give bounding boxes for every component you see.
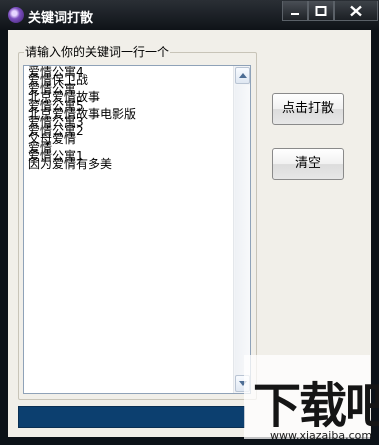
progress-bar	[18, 406, 245, 428]
scatter-button[interactable]: 点击打散	[272, 93, 344, 125]
title-bar[interactable]: 关键词打散	[0, 0, 379, 30]
keyword-line: 因为爱情有多美	[28, 157, 113, 172]
window-title: 关键词打散	[28, 11, 94, 26]
minimize-button[interactable]	[282, 1, 308, 21]
maximize-icon	[315, 5, 327, 16]
keyword-group-label: 请输入你的关键词一行一个	[24, 45, 171, 59]
scroll-up-button[interactable]	[235, 67, 250, 84]
vertical-scrollbar[interactable]	[233, 66, 250, 393]
scroll-track[interactable]	[235, 85, 250, 376]
keyword-lines: 爱情公寓4 爱情保卫战 爱情公寓 北京爱情故事 爱情公寓5 北京爱情故事电影版 爱情公寓3 爱…	[28, 66, 228, 172]
keyword-line: 父母爱情	[28, 132, 77, 147]
minimize-icon	[291, 12, 299, 15]
close-button[interactable]	[334, 1, 378, 21]
watermark-text: 下载吧	[253, 378, 379, 434]
app-window: 关键词打散 请输入你的关键词一行一个 爱情公寓4 爱情保卫战 爱情公寓 北京爱情故事爱…	[0, 0, 379, 445]
chevron-up-icon	[239, 73, 247, 78]
keyword-textarea[interactable]: 爱情公寓4 爱情保卫战 爱情公寓 北京爱情故事 爱情公寓5 北京爱情故事电影版 爱情公寓3 爱…	[23, 65, 251, 394]
close-icon	[350, 5, 362, 16]
watermark-url: www.xiazaiba.com	[270, 429, 373, 442]
clear-button[interactable]: 清空	[272, 148, 344, 180]
app-icon	[8, 7, 24, 23]
maximize-button[interactable]	[308, 1, 334, 21]
